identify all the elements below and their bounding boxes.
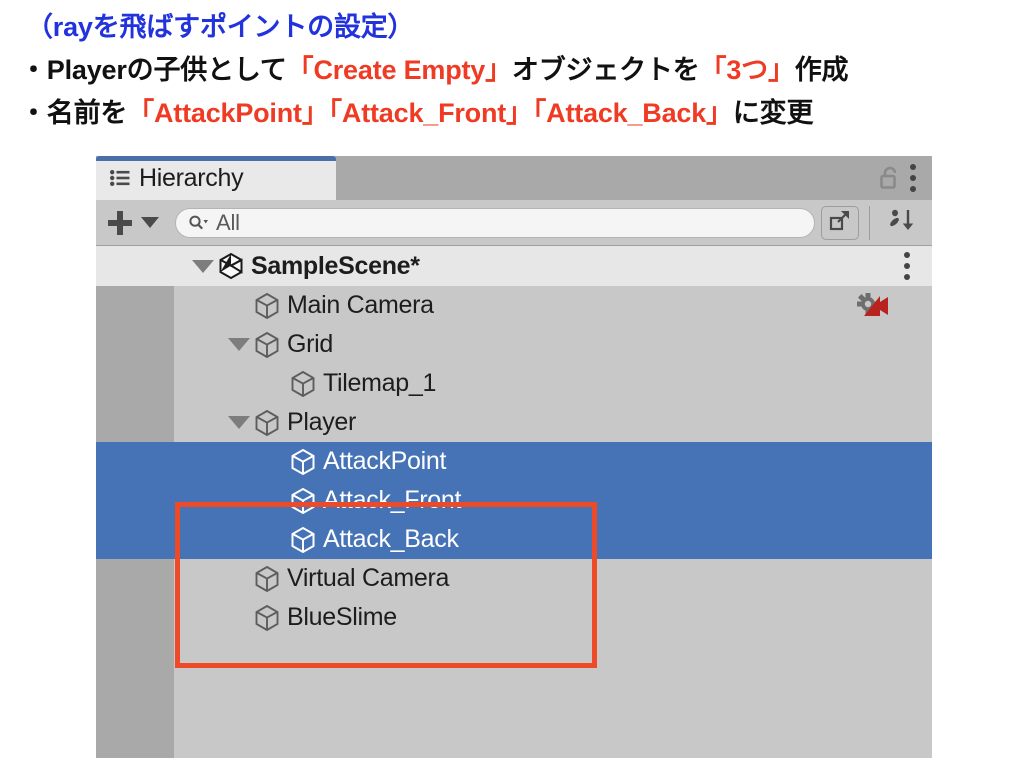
lock-open-icon[interactable] <box>879 166 900 190</box>
annotation-bullet-1: ・Playerの子供として「Create Empty」オブジェクトを「3つ」作成 <box>20 55 849 85</box>
tree-row-attackpoint[interactable]: AttackPoint <box>96 442 932 481</box>
tree-row-label: Main Camera <box>287 291 434 319</box>
tree-row-blueslime[interactable]: BlueSlime <box>96 598 932 637</box>
tree-row-attack-back[interactable]: Attack_Back <box>96 520 932 559</box>
cinemachine-camera-icon <box>854 290 894 322</box>
tree-row-label: Player <box>287 408 357 436</box>
annotation-bullet-2-emphasis-1: 「AttackPoint」 <box>127 98 329 128</box>
tree-row-label: BlueSlime <box>287 603 397 631</box>
plus-icon <box>108 210 132 235</box>
chevron-down-icon <box>141 217 159 228</box>
annotation-heading: （rayを飛ばすポイントの設定） <box>26 12 415 42</box>
tree-row-label: Attack_Front <box>323 486 462 514</box>
gameobject-cube-icon <box>254 331 280 359</box>
disclosure-triangle-expanded-icon[interactable] <box>228 338 250 351</box>
disclosure-triangle-expanded-icon[interactable] <box>228 416 250 429</box>
window-tab-strip: Hierarchy <box>96 156 932 200</box>
tree-row-label: SampleScene* <box>251 251 420 280</box>
add-object-button[interactable] <box>108 210 159 235</box>
tree-row-label: Attack_Back <box>323 525 459 553</box>
unity-scene-icon <box>218 252 244 280</box>
tab-hierarchy[interactable]: Hierarchy <box>96 156 336 200</box>
annotation-bullet-1-emphasis-1: 「Create Empty」 <box>286 55 512 85</box>
tree-row-player[interactable]: Player <box>96 403 932 442</box>
annotation-bullet-2: ・名前を「AttackPoint」「Attack_Front」「Attack_B… <box>20 100 813 127</box>
annotation-bullet-1-part-3: 作成 <box>794 55 849 85</box>
search-input[interactable]: All <box>175 207 815 238</box>
search-placeholder-text: All <box>216 209 240 235</box>
tree-row-tilemap-1[interactable]: Tilemap_1 <box>96 364 932 403</box>
gameobject-cube-icon <box>254 565 280 593</box>
tab-hierarchy-label: Hierarchy <box>139 163 244 192</box>
kebab-menu-icon[interactable] <box>910 164 916 192</box>
toolbar-divider <box>869 205 870 240</box>
tree-row-attack-front[interactable]: Attack_Front <box>96 481 932 520</box>
hierarchy-toolbar: All <box>96 200 932 246</box>
open-in-new-window-icon <box>829 209 851 236</box>
tree-row-label: AttackPoint <box>323 447 447 475</box>
gameobject-cube-icon <box>290 487 316 515</box>
alphabetical-sort-button[interactable] <box>880 206 924 240</box>
annotation-bullet-1-emphasis-2: 「3つ」 <box>699 55 795 85</box>
gameobject-cube-icon <box>290 448 316 476</box>
scene-context-menu-icon[interactable] <box>904 252 910 280</box>
annotation-bullet-1-part-1: ・Playerの子供として <box>20 55 287 85</box>
tree-row-main-camera[interactable]: Main Camera <box>96 286 932 325</box>
open-in-new-window-button[interactable] <box>821 205 859 240</box>
annotation-bullet-2-emphasis-3: 「Attack_Back」 <box>532 98 733 128</box>
hierarchy-tree[interactable]: SampleScene* Main Camera Grid Tilemap_1 Play… <box>96 246 932 758</box>
tree-row-label: Tilemap_1 <box>323 369 437 397</box>
gameobject-cube-icon <box>290 526 316 554</box>
tree-row-label: Grid <box>287 330 334 358</box>
gameobject-cube-icon <box>290 370 316 398</box>
annotation-bullet-1-part-2: オブジェクトを <box>511 55 700 85</box>
gameobject-cube-icon <box>254 409 280 437</box>
annotation-bullet-2-part-2: に変更 <box>732 98 814 128</box>
annotation-bullet-2-emphasis-2: 「Attack_Front」 <box>328 98 533 128</box>
gameobject-cube-icon <box>254 604 280 632</box>
tree-row-grid[interactable]: Grid <box>96 325 932 364</box>
hierarchy-list-icon <box>110 170 130 186</box>
hierarchy-window: Hierarchy All SampleScene* Main Camera G… <box>96 156 932 758</box>
tree-row-list: SampleScene* Main Camera Grid Tilemap_1 Play… <box>96 246 932 637</box>
tree-row-label: Virtual Camera <box>287 564 450 592</box>
screenshot-root: （rayを飛ばすポイントの設定） ・Playerの子供として「Create Em… <box>0 0 1024 768</box>
tree-row-samplescene[interactable]: SampleScene* <box>96 246 932 286</box>
tab-active-accent <box>96 156 336 161</box>
disclosure-triangle-expanded-icon[interactable] <box>192 259 214 273</box>
alphabetical-sort-icon <box>889 208 915 237</box>
gameobject-cube-icon <box>254 292 280 320</box>
search-icon <box>188 214 208 232</box>
annotation-bullet-2-part-1: ・名前を <box>20 98 128 128</box>
tree-row-virtual-camera[interactable]: Virtual Camera <box>96 559 932 598</box>
window-header-controls <box>879 156 932 200</box>
